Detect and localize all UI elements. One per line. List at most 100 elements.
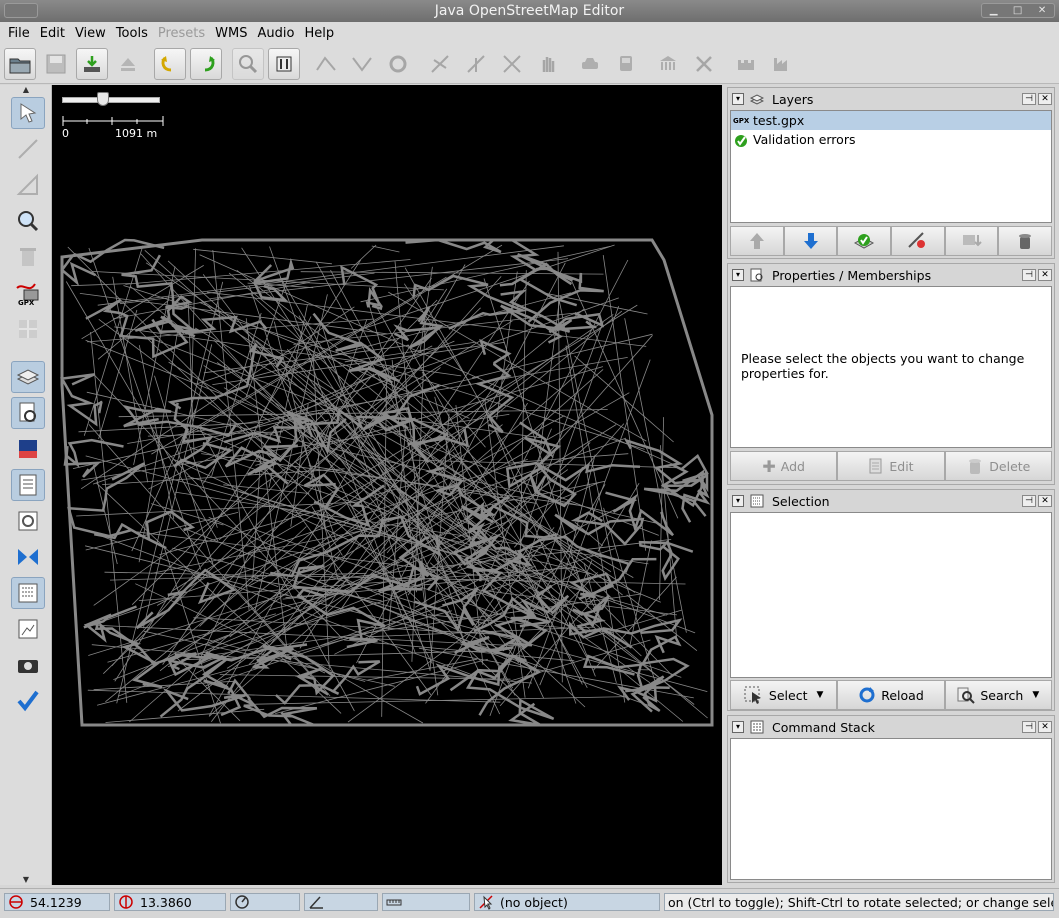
- properties-panel-header[interactable]: ▾ Properties / Memberships ⊣ ✕: [728, 264, 1054, 286]
- combine-way-button[interactable]: [346, 48, 378, 80]
- toggle-commands-button[interactable]: [11, 577, 45, 609]
- minimize-icon[interactable]: ▁: [990, 5, 998, 17]
- map-view[interactable]: 0 1091 m: [52, 85, 722, 885]
- gpx-track-segment: [557, 251, 563, 683]
- layers-panel-header[interactable]: ▾ Layers ⊣ ✕: [728, 88, 1054, 110]
- edit-property-button[interactable]: Edit: [837, 451, 945, 481]
- layer-item-test-gpx[interactable]: GPX test.gpx: [731, 111, 1051, 130]
- move-layer-down-button[interactable]: [783, 226, 838, 256]
- selection-list[interactable]: [730, 512, 1052, 678]
- close-icon[interactable]: ✕: [1038, 269, 1052, 281]
- bus-preset-button[interactable]: [610, 48, 642, 80]
- collapse-icon[interactable]: ▾: [732, 269, 744, 281]
- zoom-slider[interactable]: [62, 97, 160, 103]
- gpx-track-segment: [112, 276, 149, 483]
- command-stack-list[interactable]: [730, 738, 1052, 880]
- split-way-button[interactable]: [310, 48, 342, 80]
- collapse-icon[interactable]: ▾: [732, 93, 744, 105]
- delete-property-button[interactable]: Delete: [944, 451, 1052, 481]
- collapse-icon[interactable]: ▾: [732, 495, 744, 507]
- building-preset-button[interactable]: [652, 48, 684, 80]
- save-button[interactable]: [40, 48, 72, 80]
- selection-panel-header[interactable]: ▾ Selection ⊣ ✕: [728, 490, 1054, 512]
- undo-button[interactable]: [154, 47, 186, 80]
- toggle-validator-button[interactable]: [11, 685, 45, 717]
- menu-edit[interactable]: Edit: [35, 26, 70, 41]
- menu-presets[interactable]: Presets: [153, 26, 210, 41]
- barrier-preset-button[interactable]: [688, 48, 720, 80]
- collapse-icon[interactable]: ▾: [732, 721, 744, 733]
- close-icon[interactable]: ✕: [1038, 495, 1052, 507]
- pin-icon[interactable]: ⊣: [1022, 269, 1036, 281]
- gpx-track-segment: [617, 675, 665, 712]
- delete-layer-button[interactable]: [998, 226, 1053, 256]
- arrow-up-icon: [749, 233, 764, 249]
- refresh-button[interactable]: [382, 48, 414, 80]
- car-preset-button[interactable]: [574, 48, 606, 80]
- selection-list-icon: [19, 474, 37, 496]
- move-layer-up-button[interactable]: [730, 226, 784, 256]
- orthogonalize-button[interactable]: [496, 48, 528, 80]
- window-menu-button[interactable]: [4, 3, 38, 18]
- gpx-button[interactable]: GPX: [11, 277, 45, 309]
- toggle-visibility-button[interactable]: [891, 226, 945, 256]
- dropdown-arrow-icon[interactable]: ▼: [816, 690, 823, 700]
- merge-layer-button[interactable]: [944, 226, 999, 256]
- pin-icon[interactable]: ⊣: [1022, 93, 1036, 105]
- dropdown-arrow-icon[interactable]: ▼: [1032, 690, 1039, 700]
- zoom-slider-thumb[interactable]: [97, 92, 109, 106]
- open-file-button[interactable]: [4, 47, 36, 80]
- menu-help[interactable]: Help: [299, 26, 339, 41]
- upload-button[interactable]: [112, 48, 144, 80]
- menu-view[interactable]: View: [70, 26, 111, 41]
- search-button[interactable]: Search ▼: [944, 680, 1052, 710]
- scroll-up-icon[interactable]: ▲: [4, 85, 48, 95]
- draw-angle-button[interactable]: [11, 169, 45, 201]
- activate-icon: [854, 234, 875, 249]
- delete-mode-button[interactable]: [11, 241, 45, 273]
- zoom-to-data-button[interactable]: [232, 47, 264, 80]
- align-circle-button[interactable]: [424, 48, 456, 80]
- align-line-button[interactable]: [460, 48, 492, 80]
- toggle-conflicts-button[interactable]: [11, 505, 45, 537]
- toggle-relations-button[interactable]: [11, 541, 45, 573]
- close-icon[interactable]: ✕: [1038, 721, 1052, 733]
- gpx-track-segment: [643, 463, 707, 517]
- download-button[interactable]: [76, 47, 108, 80]
- draw-way-button[interactable]: [11, 133, 45, 165]
- select-mode-button[interactable]: [11, 97, 45, 129]
- toggle-images-button[interactable]: [11, 649, 45, 681]
- activate-layer-button[interactable]: [837, 226, 892, 256]
- toggle-layers-button[interactable]: [11, 361, 45, 393]
- zoom-mode-button[interactable]: [11, 205, 45, 237]
- toggle-filter-button[interactable]: [11, 613, 45, 645]
- toggle-selection-button[interactable]: [11, 469, 45, 501]
- hand-tool-button[interactable]: [532, 48, 564, 80]
- gpx-track-segment: [167, 343, 285, 410]
- add-property-button[interactable]: ✚ Add: [730, 451, 838, 481]
- factory-preset-button[interactable]: [766, 48, 798, 80]
- maximize-icon[interactable]: □: [1013, 5, 1022, 17]
- hand-icon: [542, 56, 555, 72]
- close-icon[interactable]: ✕: [1038, 93, 1052, 105]
- angle-icon: [309, 896, 323, 909]
- castle-preset-button[interactable]: [730, 48, 762, 80]
- close-window-icon[interactable]: ✕: [1038, 5, 1046, 17]
- extrude-button[interactable]: [11, 313, 45, 345]
- properties-button-row: ✚ Add Edit Delete: [730, 451, 1052, 481]
- toggle-properties-button[interactable]: [11, 397, 45, 429]
- menu-wms[interactable]: WMS: [210, 26, 252, 41]
- menu-file[interactable]: File: [3, 26, 35, 41]
- preferences-button[interactable]: [268, 47, 300, 80]
- pin-icon[interactable]: ⊣: [1022, 721, 1036, 733]
- pin-icon[interactable]: ⊣: [1022, 495, 1036, 507]
- toggle-history-button[interactable]: [11, 433, 45, 465]
- command-stack-panel-header[interactable]: ▾ Command Stack ⊣ ✕: [728, 716, 1054, 738]
- menu-tools[interactable]: Tools: [111, 26, 153, 41]
- scroll-down-icon[interactable]: ▼: [4, 875, 48, 885]
- menu-audio[interactable]: Audio: [252, 26, 299, 41]
- select-button[interactable]: Select ▼: [730, 680, 838, 710]
- layer-item-validation-errors[interactable]: Validation errors: [731, 130, 1051, 149]
- redo-button[interactable]: [190, 47, 222, 80]
- reload-button[interactable]: Reload: [837, 680, 945, 710]
